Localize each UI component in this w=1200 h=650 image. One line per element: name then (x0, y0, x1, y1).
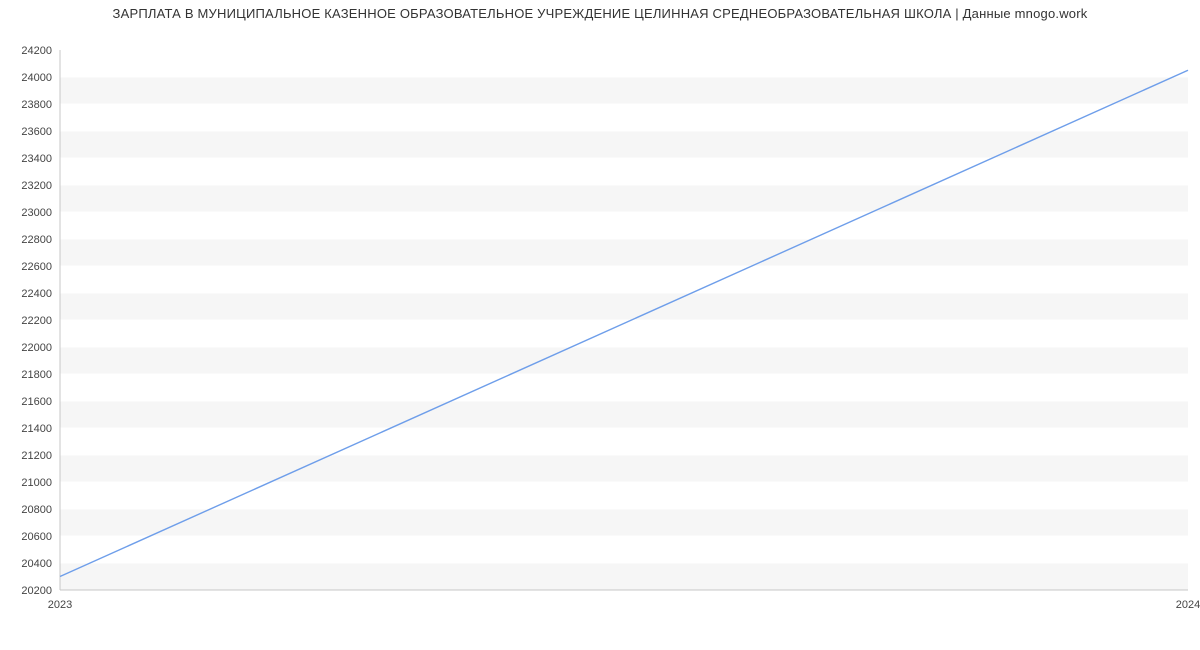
chart-svg: 20200 20400 20600 20800 21000 21200 21400 21600… (0, 0, 1200, 650)
x-tick-label: 2023 (48, 599, 72, 611)
y-tick-label: 22600 (21, 261, 52, 273)
y-tick-label: 22400 (21, 288, 52, 300)
grid-band (60, 347, 1188, 374)
y-tick-label: 23600 (21, 126, 52, 138)
grid-band (60, 239, 1188, 266)
y-tick-label: 20600 (21, 531, 52, 543)
y-tick-label: 21400 (21, 423, 52, 435)
y-tick-label: 23200 (21, 180, 52, 192)
y-tick-label: 21800 (21, 369, 52, 381)
y-tick-label: 20400 (21, 558, 52, 570)
y-tick-label: 21000 (21, 477, 52, 489)
grid-band (60, 509, 1188, 536)
y-tick-label: 21600 (21, 396, 52, 408)
salary-line-chart: ЗАРПЛАТА В МУНИЦИПАЛЬНОЕ КАЗЕННОЕ ОБРАЗО… (0, 0, 1200, 650)
grid-band (60, 455, 1188, 482)
y-tick-label: 23400 (21, 153, 52, 165)
grid-band (60, 185, 1188, 212)
x-tick-label: 2024 (1176, 599, 1200, 611)
y-tick-label: 22800 (21, 234, 52, 246)
y-tick-label: 20200 (21, 585, 52, 597)
y-tick-label: 20800 (21, 504, 52, 516)
y-tick-label: 24000 (21, 72, 52, 84)
chart-title: ЗАРПЛАТА В МУНИЦИПАЛЬНОЕ КАЗЕННОЕ ОБРАЗО… (0, 6, 1200, 21)
grid-band (60, 131, 1188, 158)
y-tick-label: 23800 (21, 99, 52, 111)
y-tick-label: 24200 (21, 45, 52, 57)
y-tick-label: 21200 (21, 450, 52, 462)
y-tick-label: 22200 (21, 315, 52, 327)
y-tick-label: 23000 (21, 207, 52, 219)
y-tick-label: 22000 (21, 342, 52, 354)
grid-band (60, 563, 1188, 590)
grid-band (60, 401, 1188, 428)
grid-band (60, 293, 1188, 320)
grid-band (60, 77, 1188, 104)
